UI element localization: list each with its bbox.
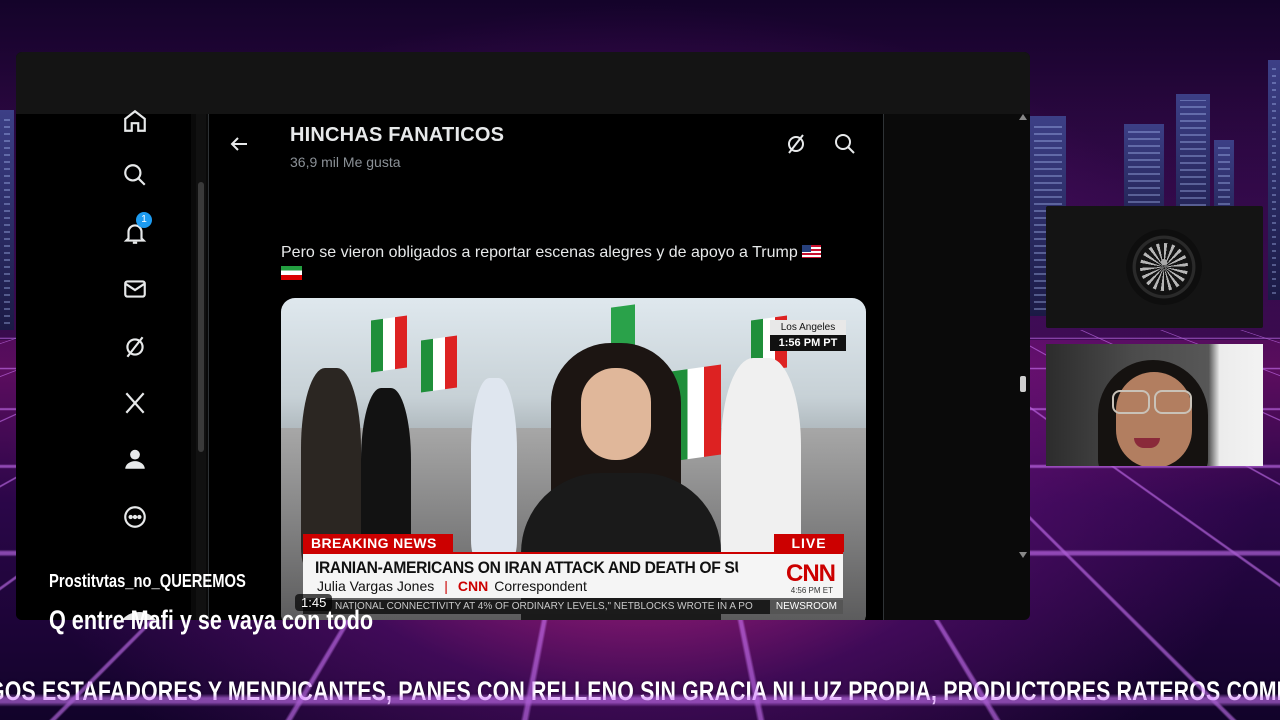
- screen-capture-window: 1 HINCHAS FANATICOS 36,9 mil Me gusta Pe…: [16, 52, 1030, 620]
- live-tag: LIVE: [774, 534, 844, 552]
- news-headline: IRANIAN-AMERICANS ON IRAN ATTACK AND DEA…: [315, 558, 738, 578]
- back-arrow-icon[interactable]: [227, 132, 251, 156]
- reporter-byline: Julia Vargas Jones | CNN Correspondent: [317, 578, 587, 594]
- location-bug: Los Angeles 1:56 PM PT: [770, 320, 846, 351]
- us-flag-icon: [802, 245, 821, 258]
- notification-badge: 1: [136, 212, 152, 228]
- location-time: 1:56 PM PT: [770, 335, 846, 351]
- page-title: HINCHAS FANATICOS: [290, 124, 504, 147]
- network-time: 4:56 PM ET: [791, 586, 833, 595]
- home-icon[interactable]: [120, 106, 150, 136]
- post-detail-column: HINCHAS FANATICOS 36,9 mil Me gusta Pero…: [208, 114, 884, 620]
- flag: [421, 335, 457, 392]
- notifications-icon[interactable]: 1: [120, 218, 150, 248]
- grok-icon[interactable]: [120, 332, 150, 362]
- ticker-text: NATIONAL CONNECTIVITY AT 4% OF ORDINARY …: [335, 601, 753, 612]
- grok-icon[interactable]: [784, 132, 808, 156]
- x-logo-icon[interactable]: [120, 388, 150, 418]
- building: [1268, 60, 1280, 300]
- bottom-marquee: GOS ESTAFADORES Y MENDICANTES, PANES CON…: [0, 676, 1280, 712]
- channel-logo: [1126, 229, 1202, 305]
- chat-message: Q entre Mafi y se vaya con todo: [49, 605, 373, 636]
- cnn-logo: CNN: [786, 560, 835, 588]
- channel-logo-emblem: [1140, 243, 1188, 291]
- ticker-tag: NEWSROOM: [770, 600, 843, 614]
- more-icon[interactable]: [120, 502, 150, 532]
- crowd-person: [471, 378, 517, 558]
- webcam-person-face: [1116, 372, 1192, 466]
- breaking-news-tag: BREAKING NEWS: [303, 534, 453, 552]
- sidebar-scrollbar[interactable]: [196, 114, 206, 620]
- reporter-role: Correspondent: [494, 578, 587, 594]
- reporter-name: Julia Vargas Jones: [317, 578, 434, 594]
- byline-separator: |: [444, 578, 448, 594]
- search-icon[interactable]: [120, 160, 150, 190]
- news-lower-third: IRANIAN-AMERICANS ON IRAN ATTACK AND DEA…: [303, 552, 843, 598]
- webcam-person-glasses: [1112, 390, 1192, 412]
- profile-icon[interactable]: [120, 444, 150, 474]
- capture-top-bar: [16, 52, 1030, 114]
- scrollbar-thumb[interactable]: [198, 182, 204, 452]
- logo-camera-panel: [1046, 206, 1263, 328]
- post-text: Pero se vieron obligados a reportar esce…: [281, 242, 851, 264]
- post-text-body: Pero se vieron obligados a reportar esce…: [281, 244, 798, 261]
- network-mini-logo: CNN: [458, 578, 488, 594]
- video-player[interactable]: Los Angeles 1:56 PM PT BREAKING NEWS LIV…: [281, 298, 866, 620]
- iran-flag-icon: [281, 266, 302, 280]
- reporter-face: [581, 368, 651, 460]
- marquee-text: GOS ESTAFADORES Y MENDICANTES, PANES CON…: [0, 676, 1280, 707]
- likes-count: 36,9 mil Me gusta: [290, 154, 401, 170]
- messages-icon[interactable]: [120, 274, 150, 304]
- building: [0, 110, 14, 330]
- page-scrollbar[interactable]: [1018, 114, 1028, 558]
- x-sidebar-nav: 1: [16, 114, 191, 620]
- webcam-panel: [1046, 344, 1263, 466]
- chat-username: Prostitvtas_no_QUEREMOS: [49, 571, 246, 592]
- scrollbar-thumb[interactable]: [1020, 376, 1026, 392]
- search-icon[interactable]: [833, 132, 857, 156]
- news-ticker: NATIONAL CONNECTIVITY AT 4% OF ORDINARY …: [303, 600, 843, 614]
- scroll-up-arrow-icon[interactable]: [1019, 114, 1027, 120]
- flag: [371, 315, 407, 372]
- scroll-down-arrow-icon[interactable]: [1019, 552, 1027, 558]
- location-city: Los Angeles: [770, 320, 846, 335]
